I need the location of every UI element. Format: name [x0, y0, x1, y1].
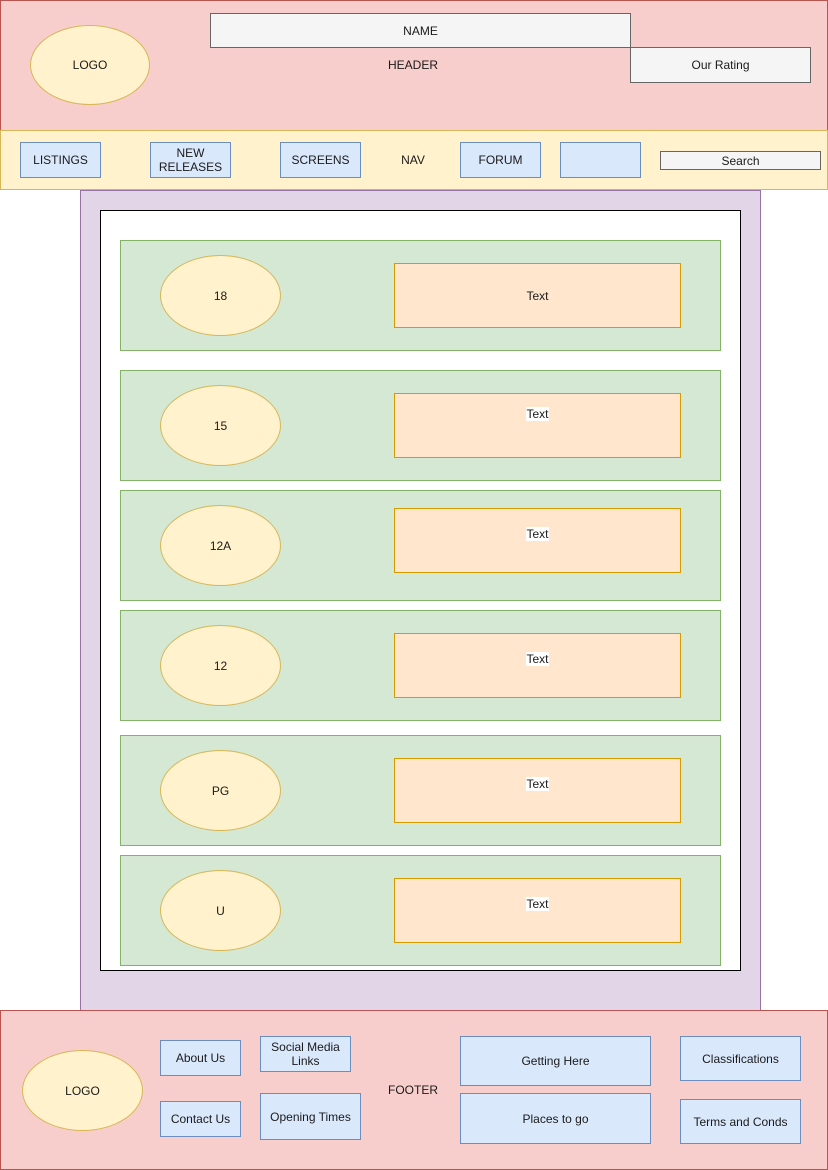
rating-text: Text	[526, 288, 549, 303]
rating-badge[interactable]: PG	[160, 750, 281, 831]
header-logo[interactable]: LOGO	[30, 25, 150, 105]
rating-badge-label: 12A	[209, 538, 232, 553]
nav-new-releases-label: NEW RELEASES	[159, 146, 222, 175]
nav-label: NAV	[401, 153, 425, 167]
classifications-label: Classifications	[702, 1051, 779, 1066]
search-input[interactable]: Search	[660, 151, 821, 170]
header-label: HEADER	[387, 58, 438, 72]
rating-badge-label: 15	[213, 418, 228, 433]
nav-new-releases-button[interactable]: NEW RELEASES	[150, 142, 231, 178]
classifications-link[interactable]: Classifications	[680, 1036, 801, 1081]
terms-link[interactable]: Terms and Conds	[680, 1099, 801, 1144]
rating-badge[interactable]: 15	[160, 385, 281, 466]
contact-us-label: Contact Us	[170, 1112, 231, 1126]
about-us-label: About Us	[175, 1051, 226, 1065]
places-to-go-link[interactable]: Places to go	[460, 1093, 651, 1144]
opening-times-label: Opening Times	[270, 1109, 351, 1124]
social-media-links[interactable]: Social Media Links	[260, 1036, 351, 1072]
header-logo-label: LOGO	[72, 58, 108, 72]
nav-forum-button[interactable]: FORUM	[460, 142, 541, 178]
nav-screens-label: SCREENS	[291, 153, 350, 167]
footer-label: FOOTER	[388, 1083, 438, 1097]
rating-text: Text	[526, 527, 549, 541]
contact-us-link[interactable]: Contact Us	[160, 1101, 241, 1137]
terms-label: Terms and Conds	[693, 1114, 788, 1129]
rating-badge-label: PG	[211, 783, 230, 798]
our-rating-label: Our Rating	[691, 58, 750, 72]
search-label: Search	[721, 153, 760, 168]
nav-forum-label: FORUM	[478, 153, 523, 167]
getting-here-link[interactable]: Getting Here	[460, 1036, 651, 1086]
rating-badge-label: 12	[213, 658, 228, 673]
site-name-box[interactable]: NAME	[210, 13, 631, 48]
rating-text: Text	[526, 897, 549, 911]
rating-text-box: Text	[394, 878, 681, 943]
nav-blank-button[interactable]	[560, 142, 641, 178]
opening-times-link[interactable]: Opening Times	[260, 1093, 361, 1140]
rating-text-box: Text	[394, 508, 681, 573]
getting-here-label: Getting Here	[521, 1054, 590, 1068]
rating-badge[interactable]: 18	[160, 255, 281, 336]
our-rating-button[interactable]: Our Rating	[630, 47, 811, 83]
about-us-link[interactable]: About Us	[160, 1040, 241, 1076]
rating-text: Text	[526, 652, 549, 666]
nav-new-releases-line2: RELEASES	[158, 160, 223, 174]
rating-text-box: Text	[394, 633, 681, 698]
rating-badge[interactable]: 12	[160, 625, 281, 706]
rating-badge-label: U	[216, 903, 225, 918]
nav-new-releases-line1: NEW	[176, 145, 205, 160]
social-media-label: Social Media Links	[271, 1040, 340, 1069]
rating-badge[interactable]: 12A	[160, 505, 281, 586]
rating-text-box: Text	[394, 393, 681, 458]
social-media-line2: Links	[291, 1054, 320, 1068]
social-media-line1: Social Media	[271, 1039, 340, 1054]
rating-text: Text	[526, 777, 549, 791]
rating-text-box: Text	[394, 758, 681, 823]
rating-badge[interactable]: U	[160, 870, 281, 951]
rating-text-box: Text	[394, 263, 681, 328]
footer-logo[interactable]: LOGO	[22, 1050, 143, 1131]
rating-text: Text	[526, 407, 549, 421]
nav-listings-label: LISTINGS	[33, 153, 88, 167]
site-name-label: NAME	[403, 23, 438, 38]
nav-listings-button[interactable]: LISTINGS	[20, 142, 101, 178]
footer-logo-label: LOGO	[65, 1083, 100, 1098]
rating-badge-label: 18	[213, 288, 228, 303]
places-to-go-label: Places to go	[522, 1111, 589, 1126]
nav-screens-button[interactable]: SCREENS	[280, 142, 361, 178]
